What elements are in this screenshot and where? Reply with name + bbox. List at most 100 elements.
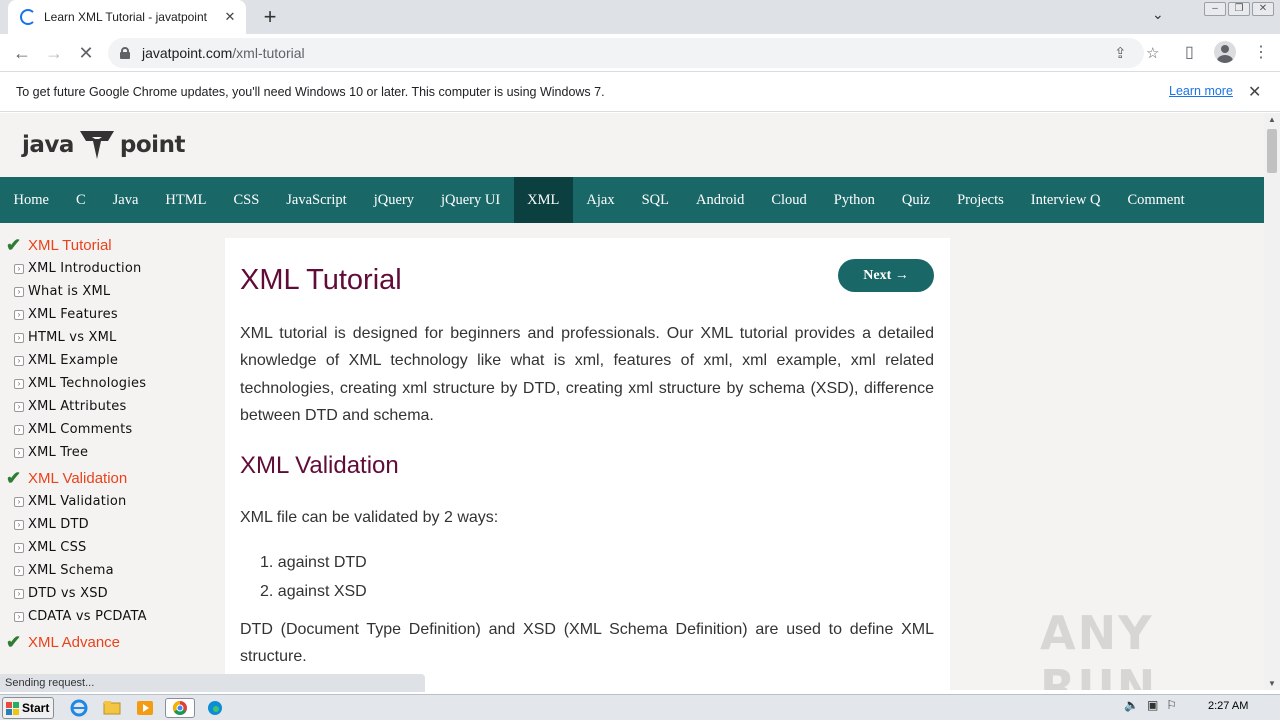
nav-item-quiz[interactable]: Quiz [888, 177, 943, 223]
page-scrollbar[interactable]: ▲ ▼ [1264, 113, 1280, 690]
sidebar-item[interactable]: › HTML vs XML [0, 326, 215, 349]
browser-tab[interactable]: Learn XML Tutorial - javatpoint ✕ [8, 0, 246, 34]
nav-item-home[interactable]: Home [0, 177, 62, 223]
close-window-button[interactable]: ✕ [1252, 2, 1274, 16]
back-arrow-icon[interactable]: ← [10, 41, 34, 65]
sidebar-item[interactable]: › XML Example [0, 349, 215, 372]
sidebar-section-header[interactable]: ✔ XML Advance [0, 630, 215, 654]
nav-item-projects[interactable]: Projects [944, 177, 1018, 223]
learn-more-link[interactable]: Learn more [1169, 84, 1233, 98]
sidebar-item-label: XML Example [28, 353, 119, 368]
profile-avatar-icon[interactable] [1214, 41, 1236, 63]
action-center-flag-icon[interactable]: ⚐ [1166, 698, 1177, 712]
tab-strip: Learn XML Tutorial - javatpoint ✕ + ⌄ – … [0, 0, 1280, 34]
sidebar-section-header[interactable]: ✔ XML Tutorial [0, 233, 215, 257]
arrow-box-icon: › [14, 447, 24, 458]
sidebar-item[interactable]: › What is XML [0, 280, 215, 303]
nav-item-html[interactable]: HTML [152, 177, 220, 223]
sidebar-section-title: XML Validation [28, 469, 128, 487]
sidebar-item[interactable]: › XML Features [0, 303, 215, 326]
arrow-box-icon: › [14, 588, 24, 599]
arrow-box-icon: › [14, 286, 24, 297]
sidebar-item[interactable]: › XML Attributes [0, 395, 215, 418]
logo-t-icon [79, 131, 114, 159]
arrow-box-icon: › [14, 542, 24, 553]
tab-close-icon[interactable]: ✕ [222, 9, 238, 25]
minimize-button[interactable]: – [1204, 2, 1226, 16]
start-button[interactable]: Start [2, 697, 54, 719]
lock-icon[interactable] [120, 47, 130, 59]
tab-search-chevron-icon[interactable]: ⌄ [1152, 6, 1164, 23]
forward-arrow-icon[interactable]: → [42, 41, 66, 65]
menu-kebab-icon[interactable]: ⋮ [1253, 42, 1269, 62]
sidebar-item-label: XML Features [28, 307, 118, 322]
screen: Learn XML Tutorial - javatpoint ✕ + ⌄ – … [0, 0, 1280, 720]
validation-heading: XML Validation [240, 452, 399, 479]
scroll-thumb[interactable] [1267, 129, 1277, 173]
file-explorer-icon[interactable] [101, 698, 123, 718]
address-bar[interactable]: javatpoint.com/xml-tutorial ⇪ ☆ [108, 38, 1159, 68]
validation-intro: XML file can be validated by 2 ways: [240, 509, 499, 526]
sidebar-item[interactable]: › XML Introduction [0, 257, 215, 280]
sidebar-item[interactable]: › XML DTD [0, 513, 215, 536]
page-title: XML Tutorial [240, 264, 402, 296]
sidebar-item-label: CDATA vs PCDATA [28, 609, 147, 624]
nav-item-interview-q[interactable]: Interview Q [1017, 177, 1114, 223]
list-item: 2. against XSD [260, 583, 367, 600]
internet-explorer-icon[interactable] [68, 698, 90, 718]
edge-icon[interactable] [204, 698, 226, 718]
sidebar-item[interactable]: › XML Schema [0, 559, 215, 582]
infobar-close-icon[interactable]: ✕ [1248, 82, 1261, 102]
network-icon[interactable]: ▣ [1147, 698, 1158, 712]
sidebar-item[interactable]: › CDATA vs PCDATA [0, 605, 215, 628]
scroll-up-icon[interactable]: ▲ [1264, 115, 1280, 124]
sidebar-item[interactable]: › XML Tree [0, 441, 215, 464]
nav-item-c[interactable]: C [62, 177, 99, 223]
nav-item-xml[interactable]: XML [513, 177, 573, 223]
sidebar-item-label: What is XML [28, 284, 111, 299]
nav-item-java[interactable]: Java [99, 177, 152, 223]
nav-item-jquery[interactable]: jQuery [360, 177, 427, 223]
nav-item-python[interactable]: Python [820, 177, 888, 223]
new-tab-icon[interactable]: + [258, 4, 282, 30]
arrow-box-icon: › [14, 332, 24, 343]
nav-item-javascript[interactable]: JavaScript [273, 177, 360, 223]
scroll-down-icon[interactable]: ▼ [1264, 679, 1280, 688]
sidebar-item[interactable]: › XML CSS [0, 536, 215, 559]
sidebar-section-header[interactable]: ✔ XML Validation [0, 466, 215, 490]
main-navigation: Home C Java HTML CSS JavaScript jQuery jQuery U… [0, 177, 1264, 223]
nav-item-css[interactable]: CSS [220, 177, 273, 223]
nav-item-sql[interactable]: SQL [628, 177, 682, 223]
window-controls: – ❐ ✕ [1204, 2, 1274, 16]
stop-loading-icon[interactable]: ✕ [74, 41, 98, 65]
javatpoint-logo[interactable]: java point [22, 127, 185, 163]
nav-item-jquery-ui[interactable]: jQuery UI [427, 177, 513, 223]
nav-item-android[interactable]: Android [682, 177, 757, 223]
start-label: Start [22, 701, 50, 715]
sidebar-item[interactable]: › DTD vs XSD [0, 582, 215, 605]
taskbar-clock[interactable]: 2:27 AM [1208, 700, 1248, 712]
nav-item-comment[interactable]: Comment [1114, 177, 1198, 223]
sidebar-item[interactable]: › XML Technologies [0, 372, 215, 395]
share-icon[interactable]: ⇪ [1114, 44, 1127, 62]
sidebar-item-label: XML CSS [28, 540, 87, 555]
media-player-icon[interactable] [134, 698, 156, 718]
validation-list: 1. against DTD 2. against XSD [260, 548, 367, 606]
bookmark-star-icon[interactable]: ☆ [1146, 44, 1159, 62]
browser-toolbar: ← → ✕ javatpoint.com/xml-tutorial ⇪ ☆ ▯ … [0, 34, 1280, 72]
sidebar-item-label: HTML vs XML [28, 330, 117, 345]
logo-text-left: java [22, 132, 74, 158]
sidebar-item-label: XML Technologies [28, 376, 147, 391]
sidebar-item[interactable]: › XML Validation [0, 490, 215, 513]
sidebar-section-title: XML Advance [28, 633, 120, 651]
restore-button[interactable]: ❐ [1228, 2, 1250, 16]
sidebar-item-label: XML DTD [28, 517, 89, 532]
nav-item-ajax[interactable]: Ajax [573, 177, 628, 223]
nav-item-cloud[interactable]: Cloud [758, 177, 820, 223]
volume-icon[interactable]: 🔈 [1124, 698, 1139, 712]
sidebar-item[interactable]: › XML Comments [0, 418, 215, 441]
chrome-taskbar-icon[interactable] [165, 698, 195, 718]
next-button[interactable]: Next → [838, 259, 934, 292]
sidebar: ✔ XML Tutorial › XML Introduction › What is X… [0, 233, 215, 654]
side-panel-icon[interactable]: ▯ [1185, 42, 1194, 62]
